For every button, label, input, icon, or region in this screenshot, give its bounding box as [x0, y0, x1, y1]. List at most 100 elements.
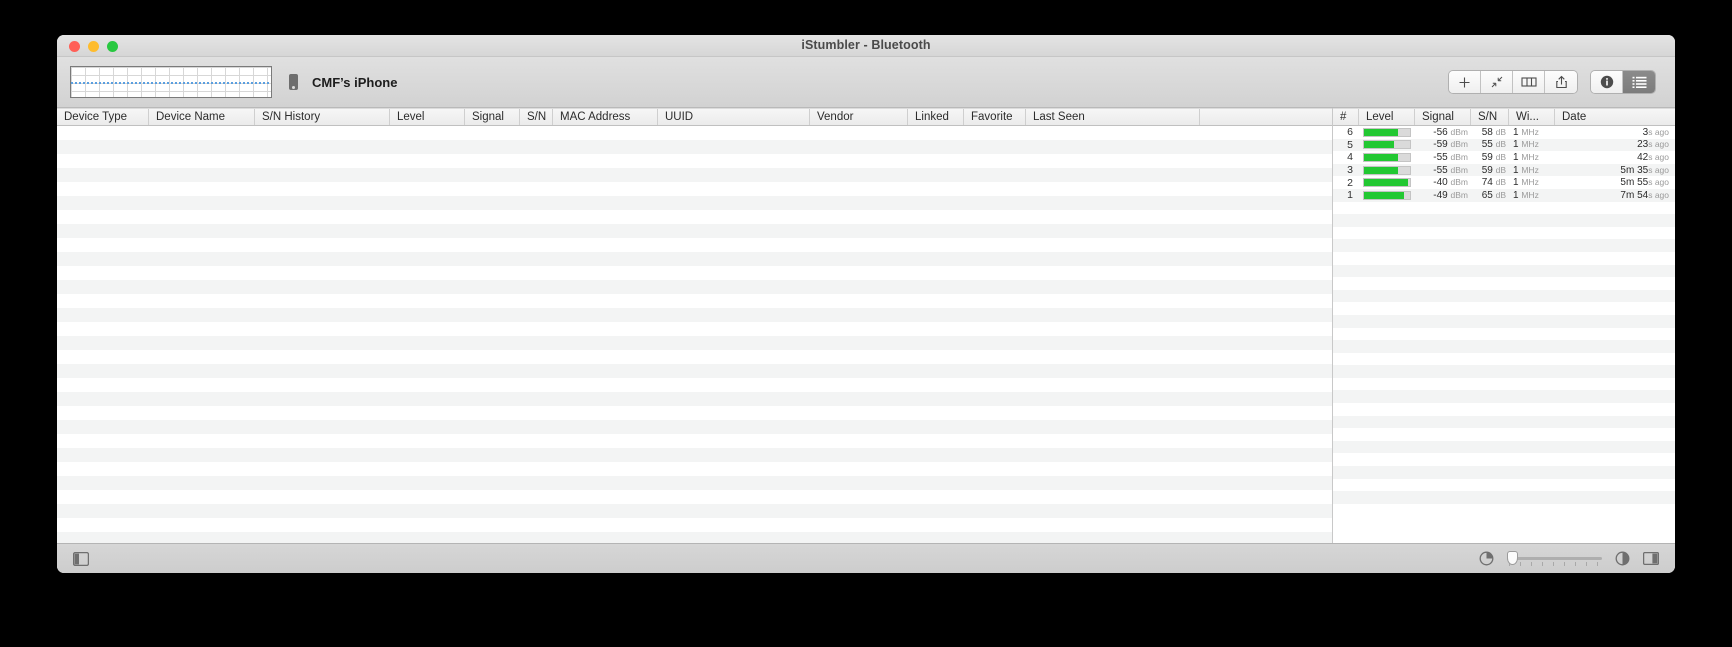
history-row[interactable]: 2 -40 dBm 74 dB 1 MHz 5m 55s ago [1333, 176, 1675, 189]
history-row-empty[interactable] [1333, 415, 1675, 429]
table-row[interactable] [57, 448, 1332, 462]
history-row-empty[interactable] [1333, 302, 1675, 315]
table-row[interactable] [57, 238, 1332, 252]
table-row[interactable] [57, 252, 1332, 266]
devices-table-header: Device Type Device Name S/N History Level Si… [57, 108, 1332, 126]
history-row-empty[interactable] [1333, 390, 1675, 404]
column-header-vendor[interactable]: Vendor [810, 109, 908, 125]
history-column-header--[interactable]: # [1333, 109, 1359, 125]
table-row[interactable] [57, 392, 1332, 406]
history-date: 3s ago [1642, 126, 1669, 138]
history-row[interactable]: 3 -55 dBm 59 dB 1 MHz 5m 35s ago [1333, 163, 1675, 177]
table-row[interactable] [57, 154, 1332, 168]
list-view-button[interactable] [1623, 71, 1655, 93]
history-row-empty[interactable] [1333, 466, 1675, 479]
history-row-empty[interactable] [1333, 440, 1675, 454]
table-row[interactable] [57, 266, 1332, 280]
table-row[interactable] [57, 532, 1332, 543]
column-header-favorite[interactable]: Favorite [964, 109, 1026, 125]
collapse-button[interactable] [1481, 71, 1513, 93]
history-row-empty[interactable] [1333, 352, 1675, 366]
columns-button[interactable] [1513, 71, 1545, 93]
table-row[interactable] [57, 518, 1332, 532]
history-row-empty[interactable] [1333, 251, 1675, 265]
slider-knob[interactable] [1507, 550, 1518, 565]
table-row[interactable] [57, 350, 1332, 364]
table-row[interactable] [57, 378, 1332, 392]
table-row[interactable] [57, 322, 1332, 336]
table-row[interactable] [57, 336, 1332, 350]
history-row-empty[interactable] [1333, 491, 1675, 504]
table-row[interactable] [57, 462, 1332, 476]
table-row[interactable] [57, 406, 1332, 420]
pie-timer-icon[interactable] [1479, 551, 1494, 566]
column-header-last-seen[interactable]: Last Seen [1026, 109, 1200, 125]
history-row-empty[interactable] [1333, 264, 1675, 278]
sidebar-toggle-button[interactable] [73, 551, 89, 566]
history-column-header-s-n[interactable]: S/N [1471, 109, 1509, 125]
history-column-header-level[interactable]: Level [1359, 109, 1415, 125]
table-row[interactable] [57, 182, 1332, 196]
history-row-empty[interactable] [1333, 226, 1675, 240]
table-row[interactable] [57, 140, 1332, 154]
column-header-s-n-history[interactable]: S/N History [255, 109, 390, 125]
history-row-empty[interactable] [1333, 377, 1675, 391]
history-column-header-signal[interactable]: Signal [1415, 109, 1471, 125]
table-row[interactable] [57, 504, 1332, 518]
history-row-empty[interactable] [1333, 453, 1675, 467]
table-row[interactable] [57, 420, 1332, 434]
history-row-empty[interactable] [1333, 340, 1675, 353]
inspector-button[interactable] [1591, 71, 1623, 93]
history-row-empty[interactable] [1333, 201, 1675, 215]
column-header-level[interactable]: Level [390, 109, 465, 125]
table-row[interactable] [57, 168, 1332, 182]
selected-device[interactable]: CMF’s iPhone [289, 74, 397, 90]
table-row[interactable] [57, 476, 1332, 490]
history-row[interactable]: 5 -59 dBm 55 dB 1 MHz 23s ago [1333, 138, 1675, 152]
history-table-body[interactable]: 6 -56 dBm 58 dB 1 MHz 3s ago 5 -59 dBm 55 dB 1 M… [1333, 126, 1675, 543]
share-button[interactable] [1545, 71, 1577, 93]
table-row[interactable] [57, 434, 1332, 448]
history-row-empty[interactable] [1333, 239, 1675, 252]
table-row[interactable] [57, 210, 1332, 224]
column-header-blank-12[interactable] [1200, 109, 1334, 125]
add-button[interactable] [1449, 71, 1481, 93]
history-snr: 74 dB [1481, 177, 1506, 189]
column-header-mac-address[interactable]: MAC Address [553, 109, 658, 125]
table-row[interactable] [57, 490, 1332, 504]
column-header-linked[interactable]: Linked [908, 109, 964, 125]
column-header-s-n[interactable]: S/N [520, 109, 553, 125]
history-row-empty[interactable] [1333, 277, 1675, 290]
panel-right-icon[interactable] [1643, 552, 1659, 565]
half-circle-icon[interactable] [1615, 551, 1630, 566]
history-row-empty[interactable] [1333, 289, 1675, 303]
history-row-empty[interactable] [1333, 314, 1675, 328]
history-row[interactable]: 6 -56 dBm 58 dB 1 MHz 3s ago [1333, 126, 1675, 139]
info-icon [1600, 75, 1613, 89]
history-row-empty[interactable] [1333, 403, 1675, 416]
table-row[interactable] [57, 224, 1332, 238]
history-row-empty[interactable] [1333, 365, 1675, 378]
history-row[interactable]: 1 -49 dBm 65 dB 1 MHz 7m 54s ago [1333, 188, 1675, 202]
table-row[interactable] [57, 294, 1332, 308]
column-header-signal[interactable]: Signal [465, 109, 520, 125]
column-header-device-name[interactable]: Device Name [149, 109, 255, 125]
devices-table-body[interactable] [57, 126, 1332, 543]
history-row-empty[interactable] [1333, 327, 1675, 341]
history-row-empty[interactable] [1333, 478, 1675, 492]
history-column-header-wi-[interactable]: Wi... [1509, 109, 1555, 125]
table-row[interactable] [57, 196, 1332, 210]
history-row[interactable]: 4 -55 dBm 59 dB 1 MHz 42s ago [1333, 151, 1675, 164]
table-row[interactable] [57, 364, 1332, 378]
column-header-device-type[interactable]: Device Type [57, 109, 149, 125]
table-row[interactable] [57, 280, 1332, 294]
signal-history-graph[interactable] [70, 66, 272, 98]
column-header-uuid[interactable]: UUID [658, 109, 810, 125]
table-row[interactable] [57, 308, 1332, 322]
history-row-empty[interactable] [1333, 428, 1675, 441]
history-signal: -55 dBm [1433, 164, 1468, 176]
history-column-header-date[interactable]: Date [1555, 109, 1675, 125]
table-row[interactable] [57, 126, 1332, 140]
scan-interval-slider[interactable] [1507, 550, 1602, 567]
history-row-empty[interactable] [1333, 214, 1675, 227]
